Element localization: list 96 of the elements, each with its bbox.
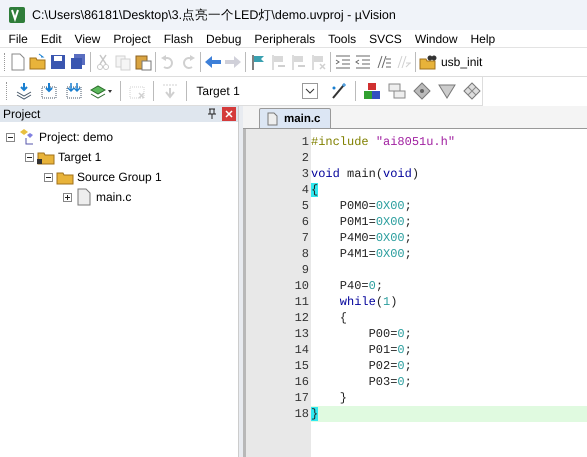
code-line: P03=0;: [368, 374, 413, 390]
build-dotted-box-button[interactable]: [38, 81, 59, 101]
open-folder-button[interactable]: [29, 52, 47, 72]
line-number: 3: [300, 166, 310, 182]
diamond-grid-button[interactable]: [462, 81, 482, 101]
code-line: P0M0=0X00;: [338, 198, 413, 214]
color-blocks-icon: [362, 82, 381, 100]
diamond-icon: [412, 82, 431, 100]
menu-item[interactable]: SVCS: [362, 32, 408, 46]
menu-item[interactable]: Edit: [34, 32, 68, 46]
find-text[interactable]: usb_init: [439, 55, 484, 69]
save-all-icon: [69, 53, 87, 71]
menu-item[interactable]: Debug: [200, 32, 248, 46]
line-number: 14: [294, 342, 310, 358]
diamond-button[interactable]: [412, 81, 432, 101]
line-number: 12: [294, 310, 310, 326]
line-number: 15: [294, 358, 310, 374]
close-icon: [224, 109, 234, 119]
paste-icon: [134, 53, 152, 71]
plus-icon: [64, 194, 71, 200]
line-number: 16: [294, 374, 310, 390]
funnel-diamond-icon: [438, 82, 456, 100]
new-file-icon: [9, 53, 27, 71]
folder-binoculars-icon: [419, 53, 437, 71]
menu-item[interactable]: Tools: [322, 32, 363, 46]
expander-button[interactable]: [63, 192, 72, 202]
color-blocks-button[interactable]: [362, 81, 382, 101]
tree-item[interactable]: Project: demo: [39, 130, 114, 144]
line-number: 11: [294, 294, 310, 310]
new-file-button[interactable]: [9, 52, 27, 72]
code-line: #include "ai8051u.h": [311, 134, 456, 150]
menu-item[interactable]: File: [2, 32, 34, 46]
line-number: 13: [294, 326, 310, 342]
line-number: 10: [294, 278, 310, 294]
pin-icon[interactable]: [206, 108, 218, 120]
menu-item[interactable]: View: [68, 32, 107, 46]
line-number: 5: [300, 198, 310, 214]
code-line: P01=0;: [368, 342, 413, 358]
expander-button[interactable]: [6, 132, 15, 142]
line-number: 17: [294, 390, 310, 406]
line-number: 18: [294, 406, 310, 422]
tree-item[interactable]: main.c: [96, 190, 132, 204]
menu-item[interactable]: Window: [408, 32, 464, 46]
left-arrow-icon: [204, 53, 222, 71]
expander-button[interactable]: [44, 172, 53, 182]
chevron-down-icon: [305, 87, 316, 95]
code-line: P4M0=0X00;: [338, 230, 413, 246]
line-number: 4: [300, 182, 310, 198]
file-tab[interactable]: main.c: [259, 108, 332, 128]
app-logo-icon: [8, 6, 26, 24]
save-disk-button[interactable]: [49, 52, 67, 72]
window-title: C:\Users\86181\Desktop\3.点亮一个LED灯\demo.uvproj - µVision: [32, 6, 396, 24]
indent-icon: [334, 53, 352, 71]
menu-item[interactable]: Peripherals: [248, 32, 322, 46]
close-button[interactable]: [222, 107, 236, 121]
open-folder-icon: [29, 53, 47, 71]
rebuild-dotted-box-icon: [64, 82, 83, 100]
rebuild-dotted-box-button[interactable]: [64, 81, 84, 101]
file-icon: [75, 188, 93, 206]
code-line: P0M1=0X00;: [338, 214, 413, 230]
menu-item[interactable]: Flash: [157, 32, 200, 46]
code-line: P00=0;: [368, 326, 413, 342]
right-arrow-icon: [224, 53, 242, 71]
line-number: 2: [300, 150, 310, 166]
menu-item[interactable]: Project: [106, 32, 158, 46]
menu-item[interactable]: Help: [464, 32, 502, 46]
code-editor[interactable]: 1 2 3 4 5 6 7 8 9 10 11 12 13 14 15 16 17 18 #include "ai8051u.h" void main(void) { P0M0=0X00; P0M1=0X00; P4M0=0X00; P4M1=0X00; P40=0; while(1) { P00=0; P01=0; P02=0; P03=0; } }: [243, 129, 587, 457]
code-line: while(1): [338, 294, 398, 310]
stack-down-arrow-icon: [14, 82, 33, 100]
copy-icon: [114, 53, 132, 71]
load-arrow-icon: [160, 82, 179, 100]
code-line: }: [338, 390, 348, 406]
tree-item[interactable]: Source Group 1: [77, 170, 162, 184]
line-number: 7: [300, 230, 310, 246]
line-number: 1: [300, 134, 310, 150]
window-stack-button[interactable]: [386, 81, 407, 101]
code-line: void main(void): [311, 166, 420, 182]
tree-item[interactable]: Target 1: [58, 150, 102, 164]
line-number: 6: [300, 214, 310, 230]
scissors-icon: [94, 53, 112, 71]
outdent-icon: [354, 53, 372, 71]
line-number: 8: [300, 246, 310, 262]
expander-button[interactable]: [25, 152, 34, 162]
code-line: {: [338, 310, 348, 326]
code-line: P02=0;: [368, 358, 413, 374]
window-stack-icon: [388, 82, 406, 100]
file-icon: [266, 112, 278, 126]
build-dotted-box-icon: [40, 82, 58, 100]
code-line: P40=0;: [338, 278, 384, 294]
project-diamonds-icon: [18, 128, 36, 146]
save-all-button[interactable]: [69, 52, 87, 72]
magic-wand-icon: [330, 82, 348, 100]
target-dropdown[interactable]: Target 1: [192, 81, 324, 101]
panel-title: Project: [3, 107, 42, 121]
code-line: P4M1=0X00;: [338, 246, 413, 262]
line-number: 9: [300, 262, 310, 278]
